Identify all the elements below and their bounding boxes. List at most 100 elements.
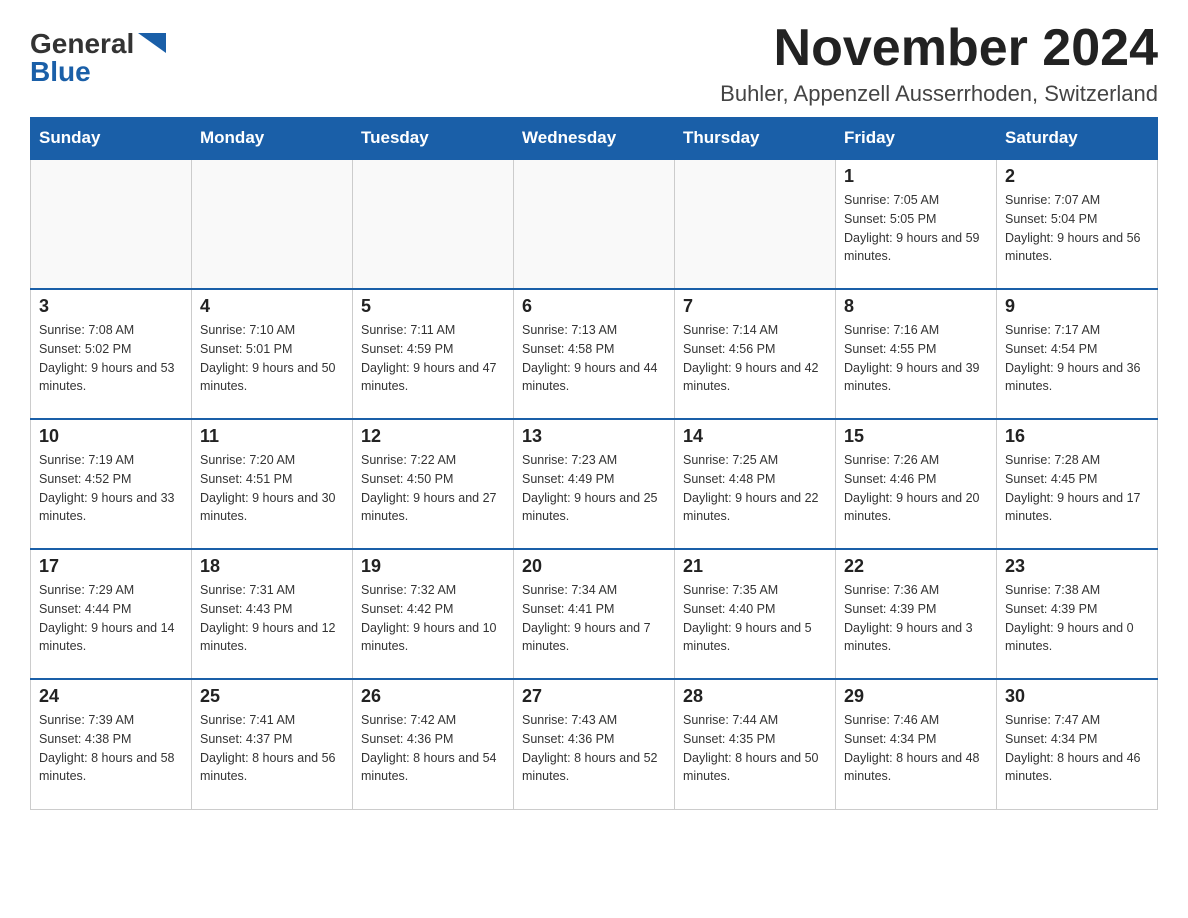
calendar-cell: 7 Sunrise: 7:14 AM Sunset: 4:56 PM Daylig…	[675, 289, 836, 419]
calendar-cell: 12 Sunrise: 7:22 AM Sunset: 4:50 PM Dayli…	[353, 419, 514, 549]
calendar-cell: 29 Sunrise: 7:46 AM Sunset: 4:34 PM Dayli…	[836, 679, 997, 809]
day-info: Sunrise: 7:13 AM Sunset: 4:58 PM Dayligh…	[522, 321, 666, 396]
calendar-cell: 15 Sunrise: 7:26 AM Sunset: 4:46 PM Dayli…	[836, 419, 997, 549]
calendar-header-row: SundayMondayTuesdayWednesdayThursdayFrid…	[31, 118, 1158, 160]
day-info: Sunrise: 7:47 AM Sunset: 4:34 PM Dayligh…	[1005, 711, 1149, 786]
logo-blue-text: Blue	[30, 58, 91, 86]
week-row-2: 3 Sunrise: 7:08 AM Sunset: 5:02 PM Daylig…	[31, 289, 1158, 419]
day-number: 6	[522, 296, 666, 317]
day-info: Sunrise: 7:14 AM Sunset: 4:56 PM Dayligh…	[683, 321, 827, 396]
day-number: 15	[844, 426, 988, 447]
calendar-header-thursday: Thursday	[675, 118, 836, 160]
calendar-cell: 18 Sunrise: 7:31 AM Sunset: 4:43 PM Dayli…	[192, 549, 353, 679]
calendar-cell: 13 Sunrise: 7:23 AM Sunset: 4:49 PM Dayli…	[514, 419, 675, 549]
day-info: Sunrise: 7:11 AM Sunset: 4:59 PM Dayligh…	[361, 321, 505, 396]
calendar-header-wednesday: Wednesday	[514, 118, 675, 160]
calendar-cell: 30Sunrise: 7:47 AM Sunset: 4:34 PM Dayli…	[997, 679, 1158, 809]
day-info: Sunrise: 7:38 AM Sunset: 4:39 PM Dayligh…	[1005, 581, 1149, 656]
day-number: 21	[683, 556, 827, 577]
calendar-cell: 22 Sunrise: 7:36 AM Sunset: 4:39 PM Dayli…	[836, 549, 997, 679]
day-info: Sunrise: 7:44 AM Sunset: 4:35 PM Dayligh…	[683, 711, 827, 786]
day-info: Sunrise: 7:31 AM Sunset: 4:43 PM Dayligh…	[200, 581, 344, 656]
day-number: 13	[522, 426, 666, 447]
calendar-header-tuesday: Tuesday	[353, 118, 514, 160]
logo-triangle-icon	[138, 33, 166, 53]
day-info: Sunrise: 7:26 AM Sunset: 4:46 PM Dayligh…	[844, 451, 988, 526]
day-number: 22	[844, 556, 988, 577]
day-info: Sunrise: 7:05 AM Sunset: 5:05 PM Dayligh…	[844, 191, 988, 266]
day-info: Sunrise: 7:16 AM Sunset: 4:55 PM Dayligh…	[844, 321, 988, 396]
day-info: Sunrise: 7:22 AM Sunset: 4:50 PM Dayligh…	[361, 451, 505, 526]
calendar-cell: 28 Sunrise: 7:44 AM Sunset: 4:35 PM Dayli…	[675, 679, 836, 809]
week-row-4: 17 Sunrise: 7:29 AM Sunset: 4:44 PM Dayli…	[31, 549, 1158, 679]
day-number: 17	[39, 556, 183, 577]
calendar-cell: 20 Sunrise: 7:34 AM Sunset: 4:41 PM Dayli…	[514, 549, 675, 679]
calendar-cell: 3 Sunrise: 7:08 AM Sunset: 5:02 PM Daylig…	[31, 289, 192, 419]
calendar-cell: 8Sunrise: 7:16 AM Sunset: 4:55 PM Daylig…	[836, 289, 997, 419]
day-number: 12	[361, 426, 505, 447]
calendar-cell: 16 Sunrise: 7:28 AM Sunset: 4:45 PM Dayli…	[997, 419, 1158, 549]
month-title: November 2024	[720, 20, 1158, 77]
day-number: 20	[522, 556, 666, 577]
day-info: Sunrise: 7:20 AM Sunset: 4:51 PM Dayligh…	[200, 451, 344, 526]
calendar-header-saturday: Saturday	[997, 118, 1158, 160]
day-number: 2	[1005, 166, 1149, 187]
day-info: Sunrise: 7:19 AM Sunset: 4:52 PM Dayligh…	[39, 451, 183, 526]
day-number: 19	[361, 556, 505, 577]
page-header: General Blue November 2024 Buhler, Appen…	[30, 20, 1158, 107]
day-number: 18	[200, 556, 344, 577]
day-info: Sunrise: 7:23 AM Sunset: 4:49 PM Dayligh…	[522, 451, 666, 526]
day-info: Sunrise: 7:41 AM Sunset: 4:37 PM Dayligh…	[200, 711, 344, 786]
calendar-cell: 24 Sunrise: 7:39 AM Sunset: 4:38 PM Dayli…	[31, 679, 192, 809]
day-number: 11	[200, 426, 344, 447]
day-info: Sunrise: 7:17 AM Sunset: 4:54 PM Dayligh…	[1005, 321, 1149, 396]
calendar-cell: 25Sunrise: 7:41 AM Sunset: 4:37 PM Dayli…	[192, 679, 353, 809]
title-block: November 2024 Buhler, Appenzell Ausserrh…	[720, 20, 1158, 107]
calendar-cell: 5 Sunrise: 7:11 AM Sunset: 4:59 PM Daylig…	[353, 289, 514, 419]
day-info: Sunrise: 7:29 AM Sunset: 4:44 PM Dayligh…	[39, 581, 183, 656]
calendar-header-sunday: Sunday	[31, 118, 192, 160]
day-info: Sunrise: 7:35 AM Sunset: 4:40 PM Dayligh…	[683, 581, 827, 656]
day-number: 27	[522, 686, 666, 707]
day-info: Sunrise: 7:39 AM Sunset: 4:38 PM Dayligh…	[39, 711, 183, 786]
day-info: Sunrise: 7:25 AM Sunset: 4:48 PM Dayligh…	[683, 451, 827, 526]
day-number: 3	[39, 296, 183, 317]
calendar-cell: 6 Sunrise: 7:13 AM Sunset: 4:58 PM Daylig…	[514, 289, 675, 419]
calendar-cell: 23 Sunrise: 7:38 AM Sunset: 4:39 PM Dayli…	[997, 549, 1158, 679]
day-info: Sunrise: 7:08 AM Sunset: 5:02 PM Dayligh…	[39, 321, 183, 396]
calendar-cell: 19Sunrise: 7:32 AM Sunset: 4:42 PM Dayli…	[353, 549, 514, 679]
day-number: 10	[39, 426, 183, 447]
calendar-cell: 17 Sunrise: 7:29 AM Sunset: 4:44 PM Dayli…	[31, 549, 192, 679]
calendar-cell	[31, 159, 192, 289]
logo-general-text: General	[30, 30, 134, 58]
day-number: 28	[683, 686, 827, 707]
day-number: 24	[39, 686, 183, 707]
day-info: Sunrise: 7:42 AM Sunset: 4:36 PM Dayligh…	[361, 711, 505, 786]
week-row-5: 24 Sunrise: 7:39 AM Sunset: 4:38 PM Dayli…	[31, 679, 1158, 809]
day-number: 23	[1005, 556, 1149, 577]
day-number: 29	[844, 686, 988, 707]
day-number: 5	[361, 296, 505, 317]
day-info: Sunrise: 7:28 AM Sunset: 4:45 PM Dayligh…	[1005, 451, 1149, 526]
calendar-cell: 2Sunrise: 7:07 AM Sunset: 5:04 PM Daylig…	[997, 159, 1158, 289]
calendar-cell: 1 Sunrise: 7:05 AM Sunset: 5:05 PM Daylig…	[836, 159, 997, 289]
day-number: 1	[844, 166, 988, 187]
day-info: Sunrise: 7:36 AM Sunset: 4:39 PM Dayligh…	[844, 581, 988, 656]
calendar-cell: 26 Sunrise: 7:42 AM Sunset: 4:36 PM Dayli…	[353, 679, 514, 809]
calendar-cell: 11 Sunrise: 7:20 AM Sunset: 4:51 PM Dayli…	[192, 419, 353, 549]
logo: General Blue	[30, 20, 166, 86]
day-info: Sunrise: 7:46 AM Sunset: 4:34 PM Dayligh…	[844, 711, 988, 786]
day-number: 26	[361, 686, 505, 707]
day-number: 16	[1005, 426, 1149, 447]
calendar-cell	[353, 159, 514, 289]
calendar-cell: 10 Sunrise: 7:19 AM Sunset: 4:52 PM Dayli…	[31, 419, 192, 549]
calendar-header-monday: Monday	[192, 118, 353, 160]
calendar-cell	[192, 159, 353, 289]
week-row-1: 1 Sunrise: 7:05 AM Sunset: 5:05 PM Daylig…	[31, 159, 1158, 289]
day-number: 14	[683, 426, 827, 447]
calendar-cell	[675, 159, 836, 289]
day-info: Sunrise: 7:34 AM Sunset: 4:41 PM Dayligh…	[522, 581, 666, 656]
day-number: 7	[683, 296, 827, 317]
calendar-cell: 21 Sunrise: 7:35 AM Sunset: 4:40 PM Dayli…	[675, 549, 836, 679]
calendar-table: SundayMondayTuesdayWednesdayThursdayFrid…	[30, 117, 1158, 810]
